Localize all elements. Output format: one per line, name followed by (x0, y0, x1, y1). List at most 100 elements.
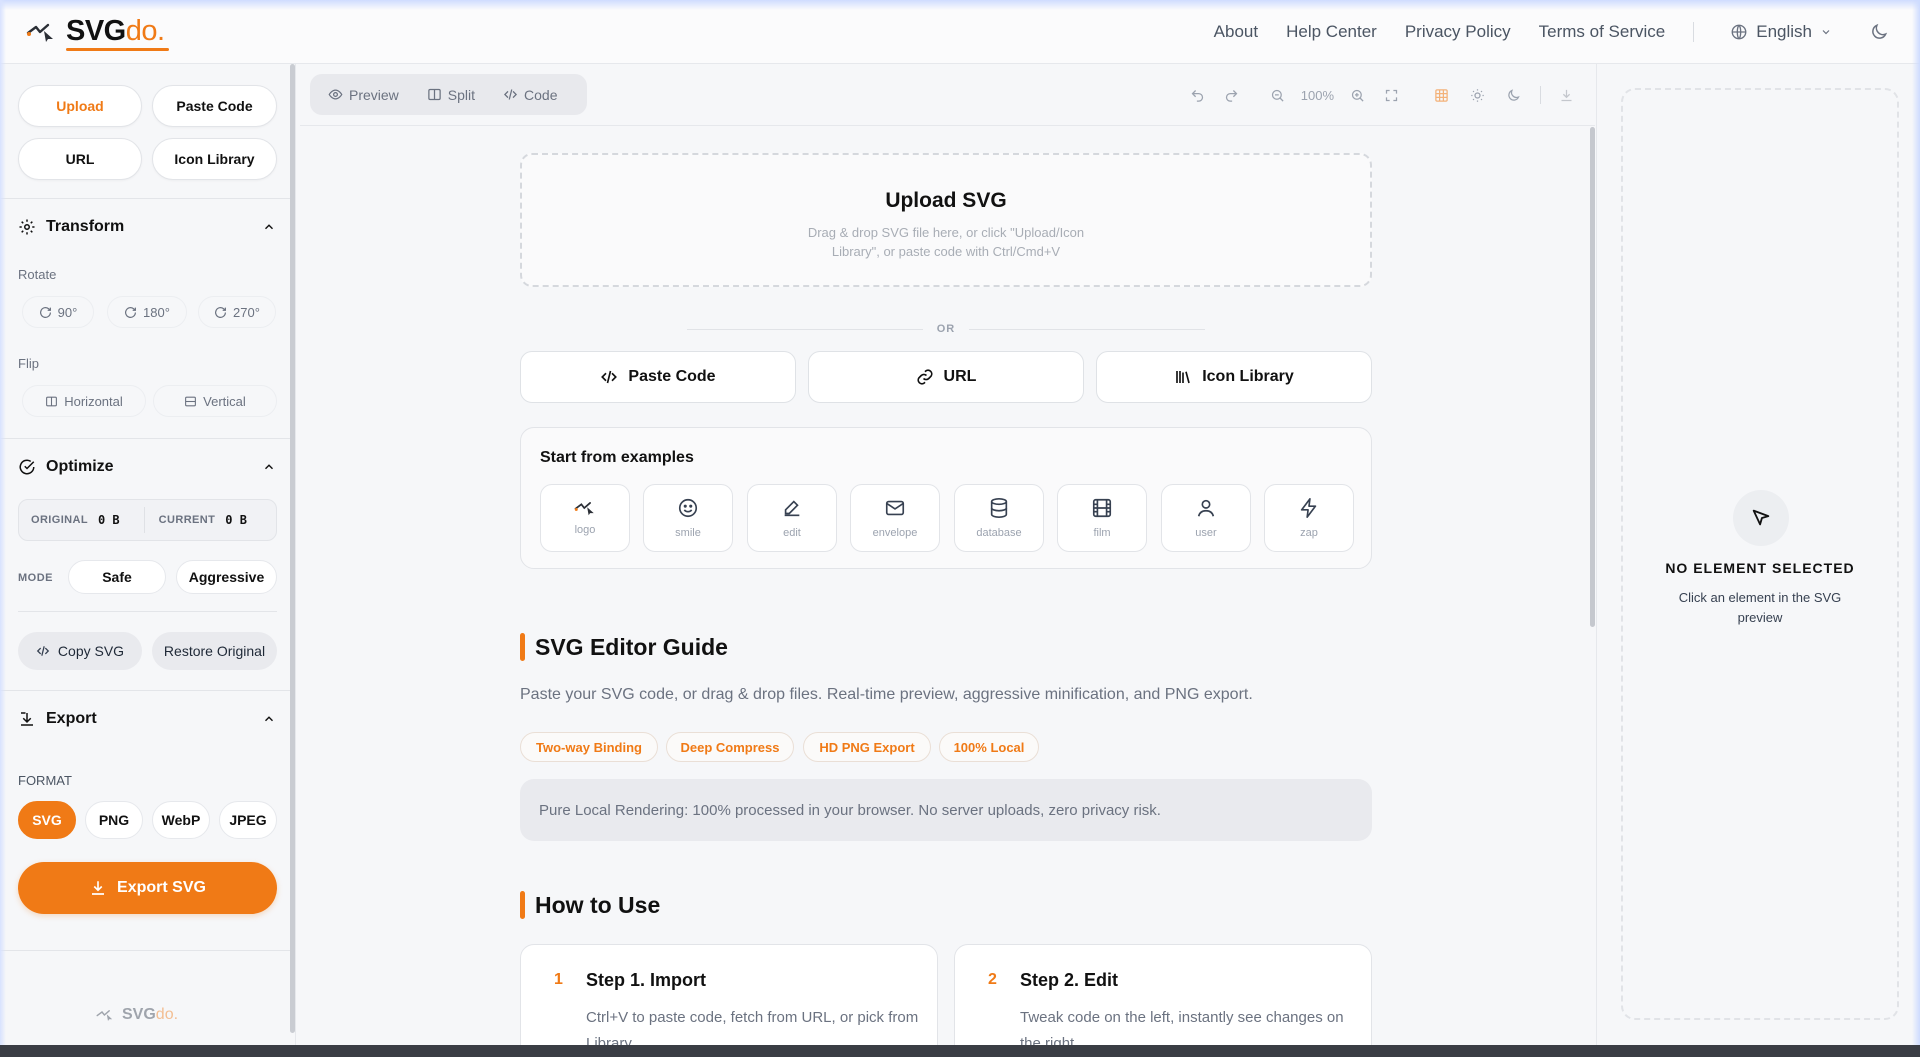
flip-vertical-label: Vertical (203, 393, 246, 409)
export-svg-button[interactable]: Export SVG (18, 862, 277, 914)
current-size-value: 0 B (225, 513, 247, 527)
example-user[interactable]: user (1161, 484, 1251, 552)
icon-library-button[interactable]: Icon Library (152, 138, 277, 180)
toolbar-divider (1540, 86, 1541, 104)
icon-library-source-button[interactable]: Icon Library (1096, 351, 1372, 403)
mode-safe-button[interactable]: Safe (68, 560, 166, 594)
how-to-title: How to Use (535, 891, 661, 918)
step-card: 1 Step 1. Import Ctrl+V to paste code, f… (520, 944, 938, 1045)
step-description: Tweak code on the left, instantly see ch… (1020, 1009, 1344, 1045)
language-selector[interactable]: English (1730, 22, 1832, 42)
transform-section-header[interactable]: Transform (18, 218, 276, 236)
fit-screen-button[interactable] (1380, 84, 1402, 106)
grid-background-button[interactable] (1430, 84, 1452, 106)
inspector-description: Click an element in the SVG preview (1678, 590, 1842, 625)
tab-preview[interactable]: Preview (328, 87, 399, 103)
guide-description: Paste your SVG code, or drag & drop file… (520, 686, 1253, 703)
flip-horizontal-button[interactable]: Horizontal (22, 385, 146, 417)
light-background-button[interactable] (1466, 84, 1488, 106)
how-to-heading: How to Use (520, 891, 660, 919)
split-icon (428, 88, 441, 101)
rotate-icon (125, 306, 137, 318)
toolbar-actions: 100% (1175, 84, 1577, 106)
zoom-out-icon (1272, 89, 1284, 102)
rotate-270-button[interactable]: 270° (198, 296, 276, 328)
url-source-button[interactable]: URL (808, 351, 1084, 403)
tab-code-label: Code (524, 86, 558, 103)
tab-split[interactable]: Split (427, 87, 475, 103)
download-button[interactable] (1555, 84, 1577, 106)
format-png-button[interactable]: PNG (85, 801, 143, 839)
download-icon (21, 712, 33, 726)
format-svg-button[interactable]: SVG (18, 801, 76, 839)
top-header: SVGdo. About Help Center Privacy Policy … (0, 0, 1920, 64)
example-smile[interactable]: smile (643, 484, 733, 552)
paste-code-button[interactable]: Paste Code (152, 85, 277, 127)
or-text: OR (936, 323, 956, 335)
chevron-up-icon (265, 464, 273, 470)
nav-terms-of-service[interactable]: Terms of Service (1539, 22, 1666, 42)
example-envelope[interactable]: envelope (850, 484, 940, 552)
zoom-out-button[interactable] (1267, 84, 1289, 106)
check-circle-icon (19, 459, 35, 475)
export-section-header[interactable]: Export (18, 710, 276, 728)
mode-aggressive-button[interactable]: Aggressive (176, 560, 277, 594)
optimize-section-header[interactable]: Optimize (18, 458, 276, 476)
database-icon (990, 498, 1008, 518)
format-webp-button[interactable]: WebP (152, 801, 210, 839)
sidebar-divider (0, 950, 291, 951)
zoom-level: 100% (1300, 87, 1334, 103)
nav-help-center[interactable]: Help Center (1286, 22, 1377, 42)
example-database[interactable]: database (954, 484, 1044, 552)
restore-original-button[interactable]: Restore Original (152, 632, 277, 670)
upload-button[interactable]: Upload (18, 85, 142, 127)
rotate-180-button[interactable]: 180° (107, 296, 187, 328)
example-smile-label: smile (675, 527, 701, 539)
upload-dropzone[interactable]: Upload SVG Drag & drop SVG file here, or… (520, 153, 1372, 287)
tab-code[interactable]: Code (503, 86, 558, 103)
link-icon (917, 369, 933, 385)
url-button[interactable]: URL (18, 138, 142, 180)
logo-icon (574, 502, 594, 516)
undo-icon (1191, 89, 1204, 102)
or-line (687, 328, 923, 330)
top-nav: About Help Center Privacy Policy Terms o… (1186, 21, 1920, 43)
format-jpeg-button[interactable]: JPEG (219, 801, 277, 839)
rotate-90-button[interactable]: 90° (22, 296, 94, 328)
example-film[interactable]: film (1057, 484, 1147, 552)
stat-divider (143, 507, 145, 533)
inspector-title: NO ELEMENT SELECTED (1665, 560, 1855, 576)
rotate-180-label: 180° (143, 304, 170, 320)
guide-heading: SVG Editor Guide (520, 633, 728, 661)
rotate-270-label: 270° (233, 304, 260, 320)
moon-icon (1872, 23, 1888, 39)
nav-privacy-policy[interactable]: Privacy Policy (1405, 22, 1511, 42)
undo-button[interactable] (1187, 84, 1209, 106)
dark-background-button[interactable] (1502, 84, 1524, 106)
mode-label: MODE (18, 572, 53, 584)
example-database-label: database (976, 527, 1022, 539)
feature-tag: Two-way Binding (520, 732, 658, 762)
sidebar-divider (0, 690, 291, 691)
copy-svg-button[interactable]: Copy SVG (18, 632, 142, 670)
paste-code-source-button[interactable]: Paste Code (520, 351, 796, 403)
redo-button[interactable] (1221, 84, 1243, 106)
rotate-90-label: 90° (57, 304, 78, 320)
example-logo[interactable]: logo (540, 484, 630, 552)
zoom-in-button[interactable] (1346, 84, 1368, 106)
lightning-icon (1300, 498, 1317, 518)
tab-preview-label: Preview (349, 86, 399, 103)
app-logo[interactable]: SVGdo. (26, 15, 169, 51)
icon-library-source-label: Icon Library (1202, 368, 1294, 385)
transform-title: Transform (46, 218, 125, 235)
flip-vertical-button[interactable]: Vertical (153, 385, 277, 417)
examples-title: Start from examples (540, 449, 694, 466)
example-zap[interactable]: zap (1264, 484, 1354, 552)
footer-logo: SVGdo. (96, 1006, 178, 1024)
example-user-label: user (1195, 527, 1217, 539)
nav-about[interactable]: About (1214, 22, 1258, 42)
theme-toggle-button[interactable] (1868, 21, 1890, 43)
canvas-scrollbar[interactable] (1590, 127, 1595, 627)
example-edit[interactable]: edit (747, 484, 837, 552)
sidebar-scrollbar[interactable] (290, 64, 295, 1033)
